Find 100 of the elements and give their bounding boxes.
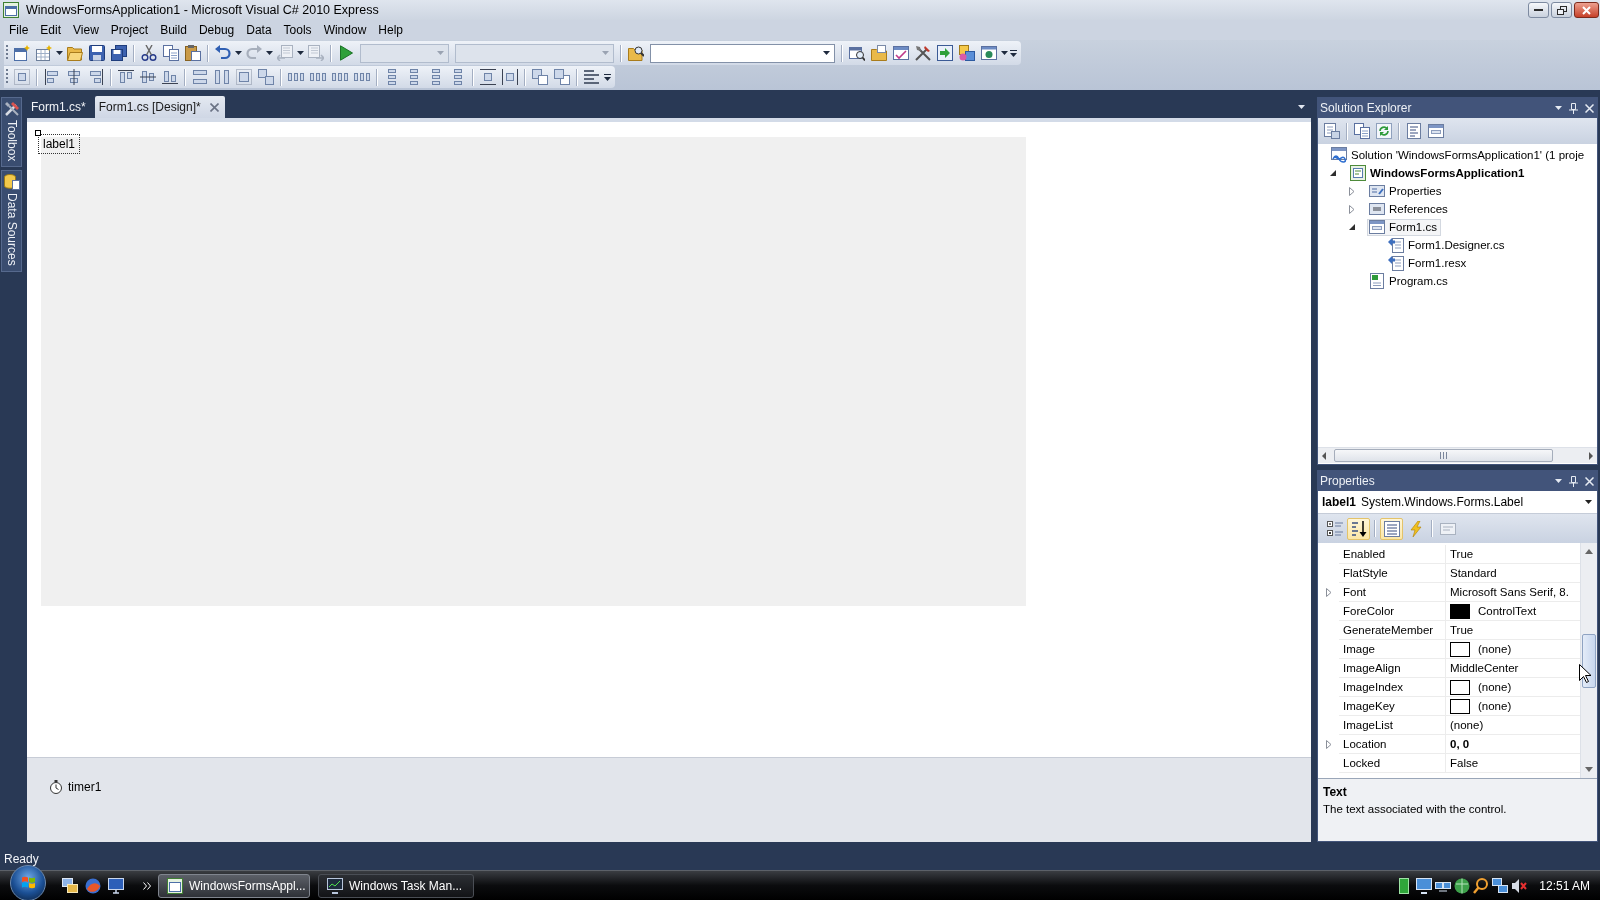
monitor-icon[interactable]: [1416, 877, 1433, 894]
caret-icon[interactable]: [235, 51, 242, 55]
window-check-icon[interactable]: [893, 45, 909, 61]
scissors-icon[interactable]: [141, 45, 157, 61]
align-center-icon[interactable]: [66, 69, 82, 85]
close-icon[interactable]: [209, 102, 219, 112]
menu-item[interactable]: Window: [317, 21, 373, 39]
scrollbar-thumb[interactable]: [1334, 449, 1553, 462]
overflow-caret-icon[interactable]: [604, 73, 611, 81]
scroll-right-icon[interactable]: [1589, 451, 1593, 460]
scroll-down-icon[interactable]: [1585, 767, 1593, 772]
pages-icon[interactable]: [1354, 123, 1370, 139]
taskbar-button[interactable]: Windows Task Man...: [318, 873, 474, 898]
property-value[interactable]: (none): [1446, 640, 1580, 659]
menu-item[interactable]: File: [3, 21, 35, 39]
same-width-icon[interactable]: [192, 69, 208, 85]
restore-button[interactable]: [1551, 2, 1572, 18]
caret-icon[interactable]: [1001, 51, 1008, 55]
caret-icon[interactable]: [1555, 479, 1562, 483]
tree-item[interactable]: Program.cs: [1367, 272, 1452, 290]
menu-item[interactable]: Edit: [34, 21, 68, 39]
center-horizontally-icon[interactable]: [480, 69, 496, 85]
tree-item[interactable]: WindowsFormsApplication1: [1348, 164, 1529, 182]
property-value[interactable]: (none): [1446, 697, 1580, 716]
center-vertically-icon[interactable]: [502, 69, 518, 85]
tree-item[interactable]: Form1.cs: [1367, 218, 1441, 236]
pages-icon[interactable]: [163, 45, 179, 61]
caret-icon[interactable]: [823, 51, 830, 55]
toolbar-grip[interactable]: [5, 45, 9, 61]
pin-icon[interactable]: [1569, 102, 1578, 114]
scroll-left-icon[interactable]: [1322, 451, 1326, 460]
caret-icon[interactable]: [297, 51, 304, 55]
clipboard-icon[interactable]: [185, 45, 201, 61]
shapes-icon[interactable]: [959, 45, 975, 61]
monitor-icon[interactable]: [108, 877, 124, 894]
tools-icon[interactable]: [915, 45, 931, 61]
align-left-icon[interactable]: [44, 69, 60, 85]
scroll-up-icon[interactable]: [1585, 549, 1593, 554]
tree-item[interactable]: Properties: [1367, 182, 1446, 200]
align-top-icon[interactable]: [118, 69, 134, 85]
menu-item[interactable]: Project: [104, 21, 155, 39]
expander-arrow-icon[interactable]: [1349, 224, 1355, 230]
expander-arrow-icon[interactable]: [1330, 170, 1336, 176]
document-tab[interactable]: Form1.cs*: [27, 96, 92, 118]
tree-item[interactable]: Form1.resx: [1386, 254, 1471, 272]
form-icon[interactable]: [1428, 123, 1444, 139]
magnifier-icon[interactable]: [1473, 877, 1490, 894]
computers-icon[interactable]: [1492, 877, 1509, 894]
tree-item[interactable]: Solution 'WindowsFormsApplication1' (1 proje: [1329, 146, 1589, 164]
stacked-boxes-icon[interactable]: [532, 69, 548, 85]
snap-grid-icon[interactable]: [14, 69, 30, 85]
caret-icon[interactable]: [56, 51, 63, 55]
property-sheet-icon[interactable]: [1324, 123, 1340, 139]
tree-item[interactable]: References: [1367, 200, 1452, 218]
globe-icon[interactable]: [1454, 877, 1471, 894]
selection-handle[interactable]: [35, 130, 41, 136]
arrow-box-icon[interactable]: [937, 45, 953, 61]
play-icon[interactable]: [338, 45, 354, 61]
same-height-icon[interactable]: [214, 69, 230, 85]
tree-item[interactable]: Form1.Designer.cs: [1386, 236, 1509, 254]
caret-icon[interactable]: [266, 51, 273, 55]
taskbar-button[interactable]: WindowsFormsAppl...: [158, 873, 310, 898]
menu-item[interactable]: Help: [372, 21, 409, 39]
alphabetical-button[interactable]: [1347, 517, 1370, 540]
double-chevron-icon[interactable]: [143, 881, 151, 890]
curved-arrow-icon[interactable]: [215, 45, 231, 61]
globe-icon[interactable]: [85, 877, 101, 894]
start-button[interactable]: [10, 864, 46, 900]
pin-icon[interactable]: [1569, 475, 1578, 487]
minimize-button[interactable]: [1528, 2, 1549, 18]
stacked-boxes-icon[interactable]: [554, 69, 570, 85]
folder-card-icon[interactable]: [871, 45, 887, 61]
side-tab[interactable]: Toolbox: [1, 97, 22, 168]
floppy-disks-icon[interactable]: [111, 45, 127, 61]
refresh-icon[interactable]: [1376, 123, 1392, 139]
code-page-icon[interactable]: [1406, 123, 1422, 139]
component-label[interactable]: timer1: [68, 780, 102, 794]
menu-item[interactable]: Build: [154, 21, 193, 39]
window-magnifier-icon[interactable]: [849, 45, 865, 61]
menu-item[interactable]: Data: [240, 21, 278, 39]
folder-magnifier-icon[interactable]: [628, 45, 644, 61]
property-value[interactable]: ControlText: [1446, 602, 1580, 621]
toolbar-grip[interactable]: [5, 69, 9, 85]
properties-button[interactable]: [1380, 517, 1403, 540]
align-middle-icon[interactable]: [140, 69, 156, 85]
dropdown-field[interactable]: [650, 43, 835, 63]
same-size-icon[interactable]: [258, 69, 274, 85]
side-tab[interactable]: Data Sources: [1, 170, 22, 273]
caret-icon[interactable]: [1585, 500, 1592, 504]
window-globe-icon[interactable]: [981, 45, 997, 61]
close-button[interactable]: [1574, 2, 1599, 18]
document-tab[interactable]: Form1.cs [Design]*: [94, 96, 225, 118]
caret-icon[interactable]: [1555, 106, 1562, 110]
menu-item[interactable]: Tools: [277, 21, 318, 39]
speaker-muted-icon[interactable]: [1511, 877, 1528, 894]
tab-order-icon[interactable]: [584, 69, 600, 85]
grid-star-icon[interactable]: [36, 45, 52, 61]
property-value[interactable]: (none): [1446, 678, 1580, 697]
overflow-caret-icon[interactable]: [1010, 49, 1017, 57]
caret-icon[interactable]: [1298, 105, 1305, 109]
